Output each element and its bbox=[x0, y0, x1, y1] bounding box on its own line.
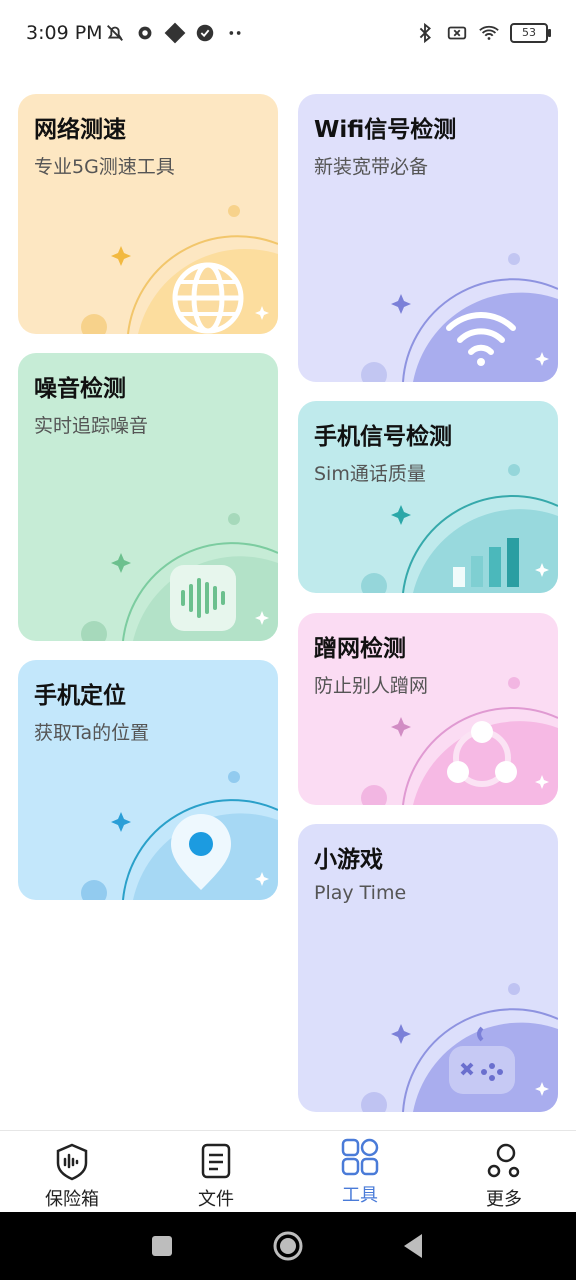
card-phone-locate[interactable]: 手机定位 获取Ta的位置 bbox=[18, 660, 278, 900]
home-circle-icon[interactable] bbox=[272, 1230, 304, 1262]
app-icon bbox=[164, 22, 186, 44]
card-decoration bbox=[361, 983, 558, 1112]
battery-icon: 53 bbox=[510, 23, 551, 43]
nav-label: 保险箱 bbox=[45, 1189, 99, 1210]
globe-icon bbox=[172, 262, 244, 334]
card-noise[interactable]: 噪音检测 实时追踪噪音 bbox=[18, 353, 278, 641]
card-decoration bbox=[81, 205, 278, 334]
sim-off-icon bbox=[447, 26, 467, 40]
card-decoration bbox=[81, 513, 278, 641]
status-time: 3:09 PM bbox=[26, 22, 103, 44]
bottom-nav: 保险箱 文件 工具 更多 bbox=[0, 1130, 576, 1213]
card-wifi-signal[interactable]: Wifi信号检测 新装宽带必备 bbox=[298, 94, 558, 382]
soundwave-icon bbox=[170, 565, 236, 631]
grid-icon bbox=[341, 1138, 379, 1176]
status-left-icons bbox=[104, 22, 246, 44]
wifi-icon bbox=[479, 25, 499, 40]
card-mini-game[interactable]: 小游戏 Play Time bbox=[298, 824, 558, 1112]
check-circle-icon bbox=[196, 24, 214, 42]
nav-item-tools[interactable]: 工具 bbox=[288, 1131, 432, 1213]
card-speed-test[interactable]: 网络测速 专业5G测速工具 bbox=[18, 94, 278, 334]
more-dots-icon bbox=[229, 31, 241, 35]
document-icon bbox=[201, 1143, 231, 1179]
card-decoration bbox=[361, 464, 558, 593]
card-phone-signal[interactable]: 手机信号检测 Sim通话质量 bbox=[298, 401, 558, 593]
card-decoration bbox=[361, 253, 558, 382]
nav-item-more[interactable]: 更多 bbox=[432, 1131, 576, 1213]
nav-item-files[interactable]: 文件 bbox=[144, 1131, 288, 1213]
nav-label: 工具 bbox=[342, 1185, 378, 1206]
nav-label: 更多 bbox=[486, 1189, 522, 1210]
recents-square-icon[interactable] bbox=[150, 1234, 174, 1258]
more-circles-icon bbox=[487, 1143, 520, 1178]
shield-icon bbox=[56, 1143, 88, 1181]
status-right-icons: 53 bbox=[414, 22, 551, 44]
back-triangle-icon[interactable] bbox=[400, 1232, 426, 1260]
bluetooth-icon bbox=[419, 22, 431, 44]
card-decoration bbox=[361, 677, 558, 805]
card-decoration bbox=[81, 771, 278, 900]
card-freeloader[interactable]: 蹭网检测 防止别人蹭网 bbox=[298, 613, 558, 805]
status-bar: 3:09 PM 53 bbox=[0, 0, 576, 70]
gear-icon bbox=[138, 26, 152, 40]
nav-label: 文件 bbox=[198, 1189, 234, 1210]
system-nav-bar bbox=[0, 1212, 576, 1280]
nav-item-safe[interactable]: 保险箱 bbox=[0, 1131, 144, 1213]
mute-bell-icon bbox=[107, 25, 123, 41]
